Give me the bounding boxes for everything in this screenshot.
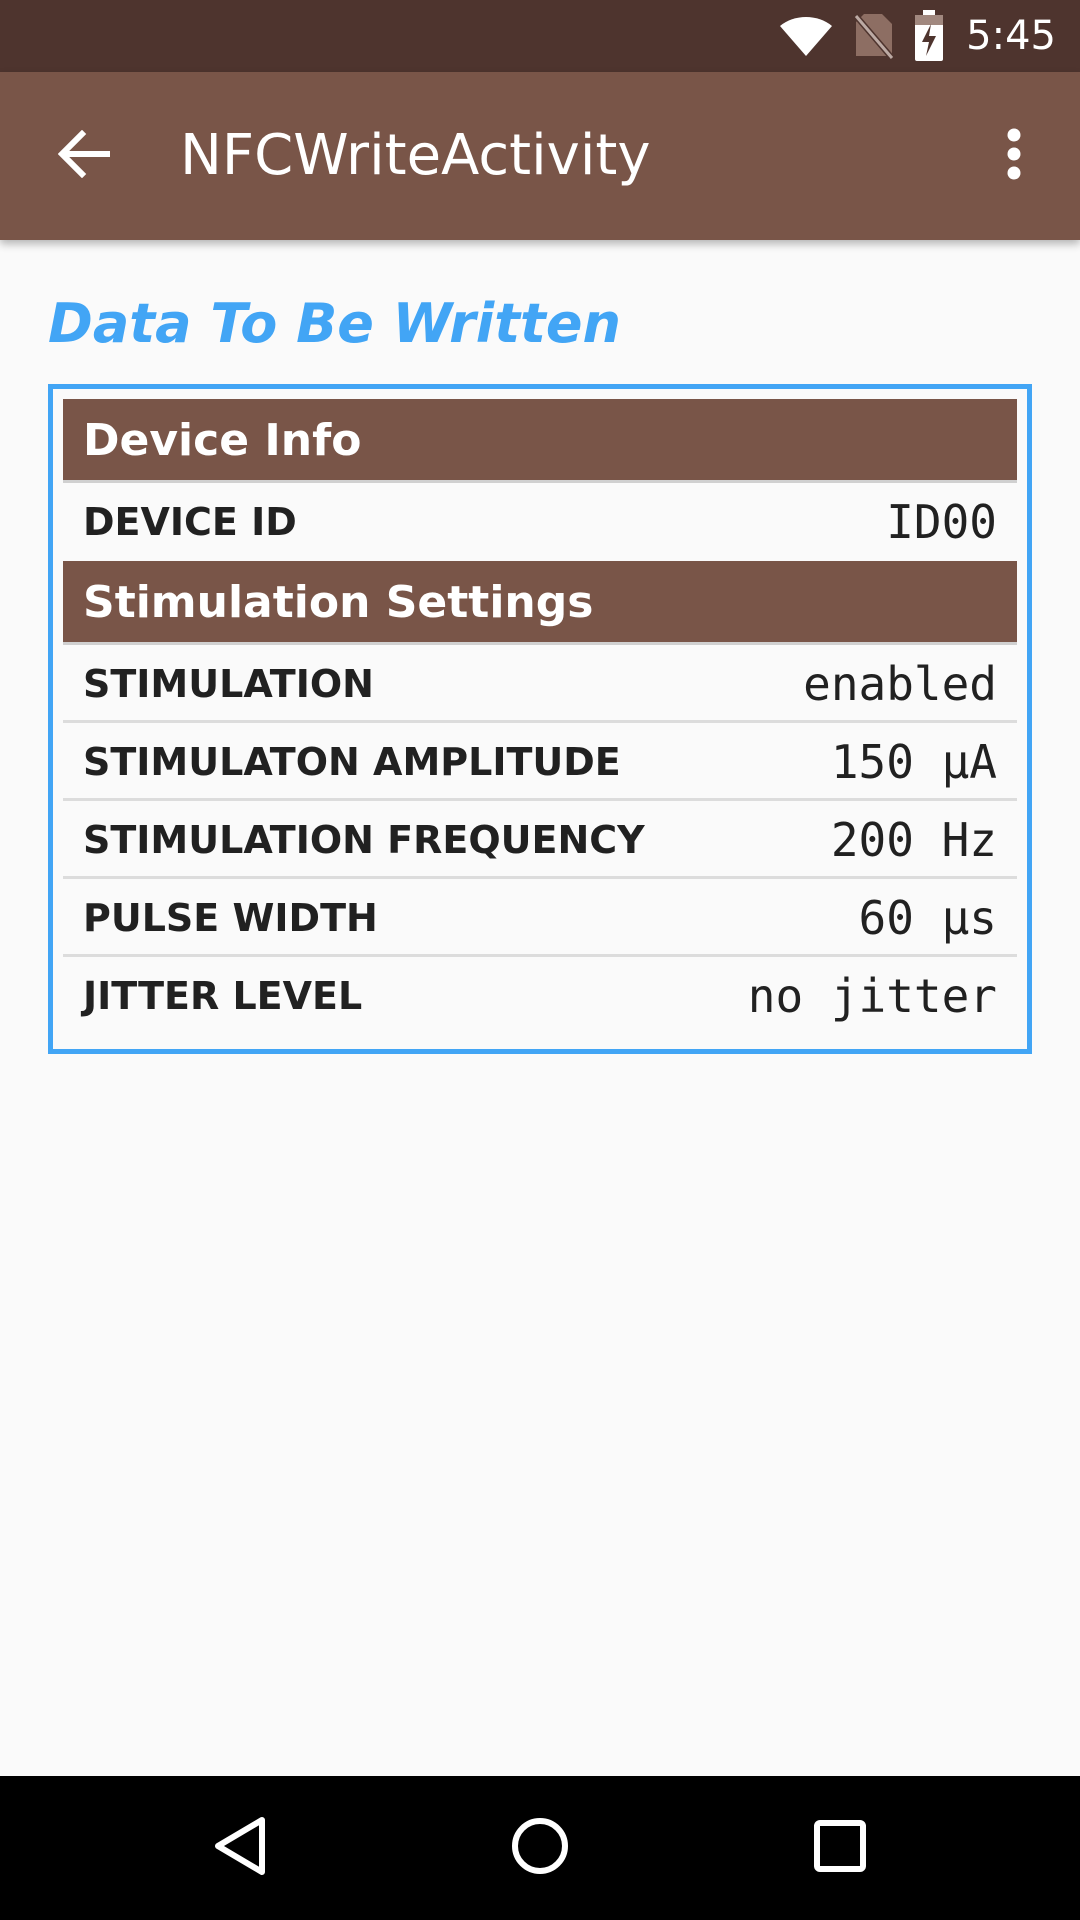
table-row: STIMULATION enabled <box>63 645 1017 723</box>
nav-back-button[interactable] <box>190 1798 290 1898</box>
no-sim-icon <box>854 12 895 60</box>
status-bar: 5:45 <box>0 0 1080 72</box>
table-row: STIMULATION FREQUENCY 200 Hz <box>63 801 1017 879</box>
screen: 5:45 NFCWriteActivity Data To Be Written <box>0 0 1080 1920</box>
nav-home-button[interactable] <box>490 1798 590 1898</box>
row-value: enabled <box>803 657 997 711</box>
nav-back-icon <box>212 1816 268 1881</box>
data-table: Device Info DEVICE ID ID00 Stimulation S… <box>48 384 1032 1054</box>
navigation-bar <box>0 1776 1080 1920</box>
table-row: STIMULATON AMPLITUDE 150 µA <box>63 723 1017 801</box>
row-label: DEVICE ID <box>83 500 297 544</box>
row-label: JITTER LEVEL <box>83 974 363 1018</box>
app-bar: NFCWriteActivity <box>0 72 1080 240</box>
data-table-inner: Device Info DEVICE ID ID00 Stimulation S… <box>63 399 1017 1035</box>
row-value: 60 µs <box>858 891 997 945</box>
app-title: NFCWriteActivity <box>180 123 651 188</box>
status-icons: 5:45 <box>758 0 1056 72</box>
row-label: PULSE WIDTH <box>83 896 378 940</box>
row-value: no jitter <box>747 969 997 1023</box>
nav-recents-icon <box>813 1819 867 1878</box>
group-header-stimulation-settings: Stimulation Settings <box>63 561 1017 645</box>
more-vert-icon <box>1006 128 1022 185</box>
wifi-icon <box>778 14 834 58</box>
table-row: JITTER LEVEL no jitter <box>63 957 1017 1035</box>
row-label: STIMULATION FREQUENCY <box>83 818 645 862</box>
table-row: PULSE WIDTH 60 µs <box>63 879 1017 957</box>
row-value: 150 µA <box>830 735 997 789</box>
battery-charging-icon <box>914 10 944 62</box>
table-row: DEVICE ID ID00 <box>63 483 1017 561</box>
row-value: ID00 <box>886 495 997 549</box>
overflow-menu-button[interactable] <box>972 114 1056 198</box>
section-title: Data To Be Written <box>48 292 621 355</box>
status-time: 5:45 <box>966 13 1056 59</box>
nav-home-icon <box>510 1816 570 1881</box>
back-button[interactable] <box>42 114 126 198</box>
row-value: 200 Hz <box>830 813 997 867</box>
arrow-back-icon <box>57 129 111 183</box>
group-header-device-info: Device Info <box>63 399 1017 483</box>
row-label: STIMULATION <box>83 662 374 706</box>
nav-recents-button[interactable] <box>790 1798 890 1898</box>
row-label: STIMULATON AMPLITUDE <box>83 740 621 784</box>
